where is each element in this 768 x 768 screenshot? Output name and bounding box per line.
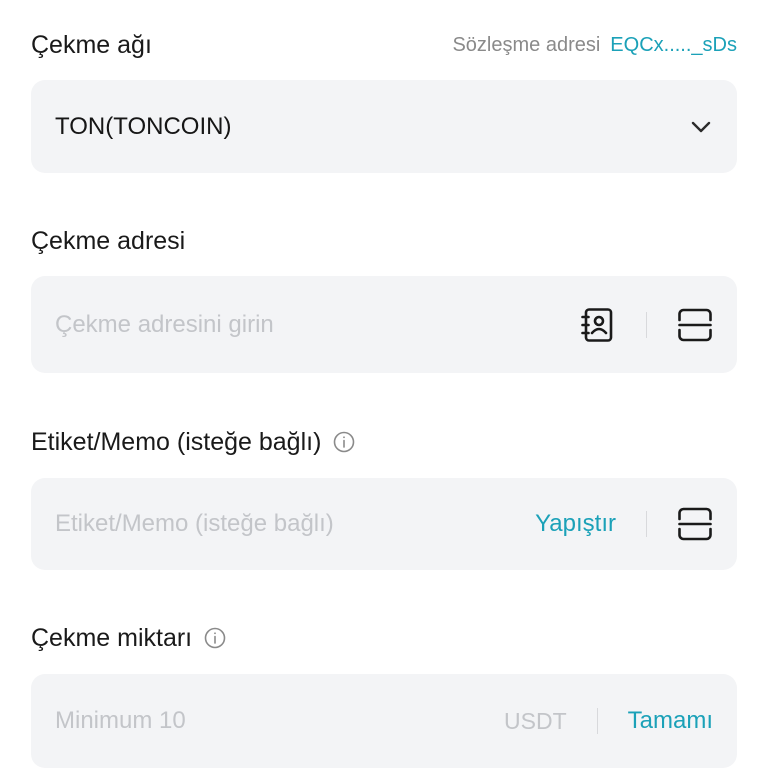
amount-actions: USDT Tamamı bbox=[504, 707, 713, 735]
scan-icon[interactable] bbox=[677, 506, 713, 542]
paste-button[interactable]: Yapıştır bbox=[535, 510, 616, 538]
divider bbox=[646, 311, 647, 338]
address-input[interactable]: Çekme adresini girin bbox=[55, 311, 580, 339]
amount-label: Çekme miktarı bbox=[31, 624, 226, 653]
address-label-row: Çekme adresi bbox=[31, 224, 737, 258]
amount-unit: USDT bbox=[504, 707, 567, 734]
memo-input[interactable]: Etiket/Memo (isteğe bağlı) bbox=[55, 510, 535, 538]
divider bbox=[596, 708, 598, 734]
address-field[interactable]: Çekme adresini girin bbox=[31, 276, 737, 373]
network-selected-value: TON(TONCOIN) bbox=[55, 112, 232, 140]
contract-address-label: Sözleşme adresi bbox=[452, 33, 601, 56]
contract-address: Sözleşme adresi EQCx....._sDs bbox=[452, 34, 737, 57]
amount-input[interactable]: Minimum 10 bbox=[55, 707, 504, 735]
memo-label-row: Etiket/Memo (isteğe bağlı) bbox=[31, 424, 737, 460]
memo-label-text: Etiket/Memo (isteğe bağlı) bbox=[31, 427, 322, 456]
scan-icon[interactable] bbox=[677, 307, 713, 343]
memo-label: Etiket/Memo (isteğe bağlı) bbox=[31, 428, 355, 457]
contract-address-link[interactable]: EQCx....._sDs bbox=[610, 34, 737, 57]
network-select[interactable]: TON(TONCOIN) bbox=[31, 80, 737, 173]
memo-field[interactable]: Etiket/Memo (isteğe bağlı) Yapıştır bbox=[31, 478, 737, 570]
amount-field[interactable]: Minimum 10 USDT Tamamı bbox=[31, 674, 737, 768]
info-icon[interactable] bbox=[204, 627, 226, 649]
address-book-icon[interactable] bbox=[580, 307, 616, 343]
network-label: Çekme ağı bbox=[31, 30, 152, 59]
amount-label-row: Çekme miktarı bbox=[31, 620, 737, 656]
max-button[interactable]: Tamamı bbox=[628, 707, 713, 735]
divider bbox=[646, 511, 647, 537]
network-label-row: Çekme ağı Sözleşme adresi EQCx....._sDs bbox=[31, 28, 737, 62]
memo-actions: Yapıştır bbox=[535, 506, 713, 542]
address-actions bbox=[580, 307, 713, 343]
amount-label-text: Çekme miktarı bbox=[31, 623, 193, 652]
address-label: Çekme adresi bbox=[31, 226, 186, 255]
chevron-down-icon bbox=[689, 115, 713, 139]
info-icon[interactable] bbox=[333, 431, 355, 453]
